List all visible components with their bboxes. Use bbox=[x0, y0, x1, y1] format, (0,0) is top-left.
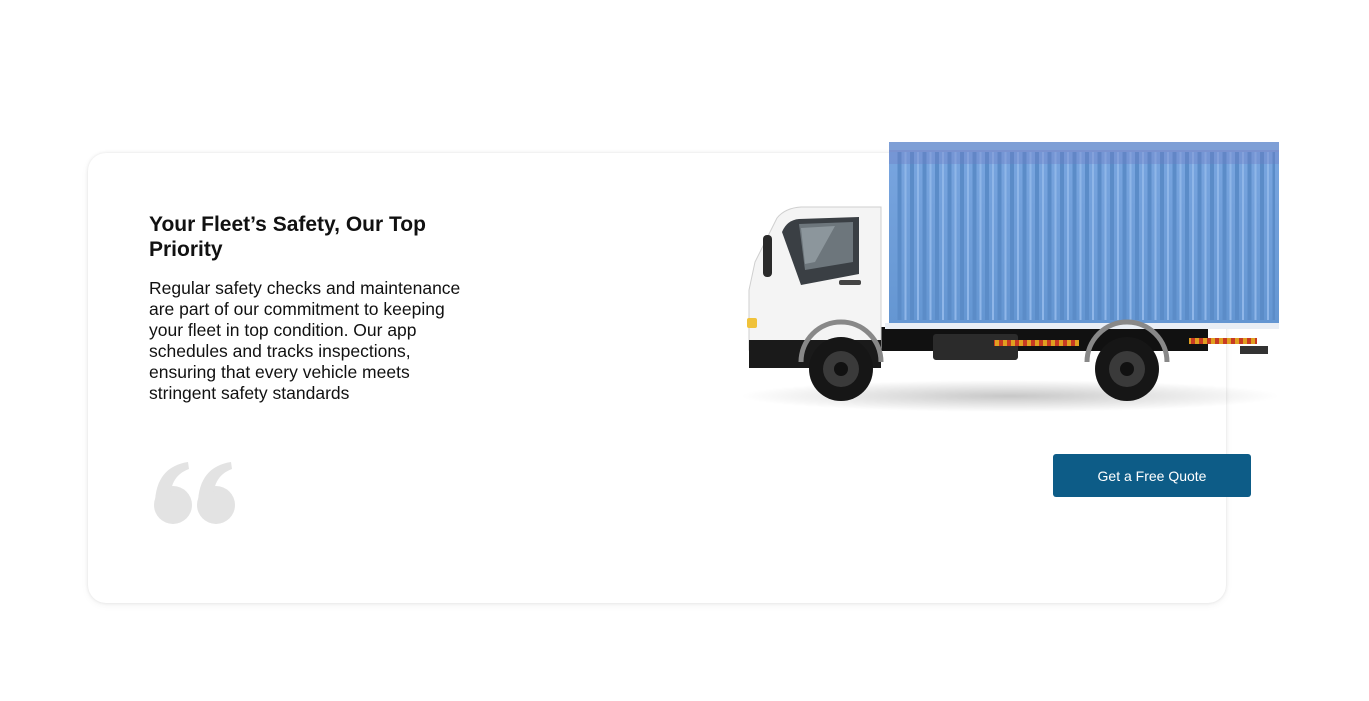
section-description: Regular safety checks and maintenance ar… bbox=[149, 278, 461, 403]
get-quote-button[interactable]: Get a Free Quote bbox=[1053, 454, 1251, 497]
section-title: Your Fleet’s Safety, Our Top Priority bbox=[149, 213, 426, 261]
quote-icon bbox=[154, 462, 235, 524]
truck-image bbox=[740, 142, 1280, 412]
